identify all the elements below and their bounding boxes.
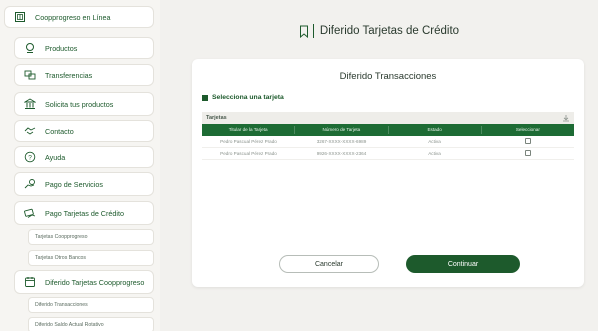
sidebar-item-diferido-tarjetas[interactable]: Diferido Tarjetas Coopprogreso (14, 270, 154, 294)
section-label-text: Selecciona una tarjeta (212, 94, 284, 101)
table-caption-bar: Tarjetas (202, 112, 574, 124)
select-card-label: Selecciona una tarjeta (202, 94, 284, 101)
sidebar-item-solicita-productos[interactable]: Solicita tus productos (14, 92, 154, 116)
service-payment-icon (23, 177, 37, 191)
card-status: Activa (428, 151, 441, 156)
sidebar-item-pago-servicios[interactable]: Pago de Servicios (14, 172, 154, 196)
table-header-row: Titular de la Tarjeta Número de Tarjeta … (202, 124, 574, 136)
sidebar: Coopprogreso en Línea Productos Transfer… (0, 0, 160, 331)
card-calendar-icon (23, 275, 37, 289)
card-status: Activa (428, 139, 441, 144)
table-row[interactable]: Pedro Pascual Pérez Prado 3267-XXXX-XXXX… (202, 136, 574, 148)
bank-icon (23, 97, 37, 111)
bookmark-icon (299, 25, 308, 38)
sidebar-item-label: Solicita tus productos (45, 99, 114, 109)
column-header: Seleccionar (515, 127, 540, 132)
continue-button[interactable]: Continuar (406, 255, 520, 273)
card-payment-icon (23, 206, 37, 220)
page-title: Diferido Tarjetas de Crédito (160, 20, 598, 42)
table-caption: Tarjetas (206, 115, 227, 121)
sidebar-item-label: Ayuda (45, 152, 66, 162)
help-icon: ? (23, 150, 37, 164)
sidebar-subitem-tarjetas-otros-bancos[interactable]: Tarjetas Otros Bancos (28, 250, 154, 266)
sidebar-item-label: Pago Tarjetas de Crédito (45, 208, 124, 218)
sidebar-item-label: Coopprogreso en Línea (35, 12, 111, 22)
title-separator (312, 24, 314, 38)
bank-building-icon (13, 10, 27, 24)
transfer-icon (23, 68, 37, 82)
deferral-card: Diferido Transacciones Selecciona una ta… (192, 59, 584, 287)
column-header: Estado (389, 126, 482, 134)
sidebar-item-label: Transferencias (45, 70, 93, 80)
card-number: 9926-XXXX-XXXX-2364 (316, 151, 367, 156)
sidebar-subitem-diferido-saldo[interactable]: Diferido Saldo Actual Rotativo (28, 317, 154, 331)
cards-table: Tarjetas Titular de la Tarjeta Número de… (202, 112, 574, 160)
card-title: Diferido Transacciones (339, 71, 437, 82)
sidebar-item-contacto[interactable]: Contacto (14, 120, 154, 142)
download-icon[interactable] (562, 114, 570, 122)
sidebar-item-label: Productos (45, 43, 78, 53)
sidebar-item-transferencias[interactable]: Transferencias (14, 64, 154, 86)
sidebar-subitem-diferido-transacciones[interactable]: Diferido Transacciones (28, 297, 154, 313)
sidebar-item-label: Diferido Tarjetas Coopprogreso (45, 277, 145, 287)
sidebar-item-label: Contacto (45, 126, 74, 136)
column-header: Titular de la Tarjeta (202, 126, 296, 134)
table-row[interactable]: Pedro Pascual Pérez Prado 9926-XXXX-XXXX… (202, 148, 574, 160)
coin-icon (23, 41, 37, 55)
sidebar-item-ayuda[interactable]: ? Ayuda (14, 146, 154, 168)
sidebar-item-coopprogreso-online[interactable]: Coopprogreso en Línea (4, 6, 154, 28)
sidebar-subitem-tarjetas-coopprogreso[interactable]: Tarjetas Coopprogreso (28, 229, 154, 245)
sidebar-item-pago-tarjetas[interactable]: Pago Tarjetas de Crédito (14, 201, 154, 225)
section-marker-icon (202, 94, 208, 101)
handshake-icon (23, 124, 37, 138)
card-holder: Pedro Pascual Pérez Prado (220, 139, 277, 144)
svg-text:?: ? (28, 154, 32, 161)
sidebar-item-label: Pago de Servicios (45, 179, 103, 189)
sidebar-subitem-label: Diferido Transacciones (35, 302, 88, 308)
column-header: Número de Tarjeta (295, 126, 389, 134)
select-cell (481, 150, 574, 157)
card-number: 3267-XXXX-XXXX-6989 (316, 139, 367, 144)
sidebar-subitem-label: Tarjetas Otros Bancos (35, 255, 87, 261)
cancel-button[interactable]: Cancelar (279, 255, 379, 273)
page-title-text: Diferido Tarjetas de Crédito (319, 25, 460, 37)
sidebar-subitem-label: Diferido Saldo Actual Rotativo (35, 322, 104, 328)
select-checkbox[interactable] (524, 138, 531, 144)
select-cell (481, 138, 574, 145)
sidebar-item-productos[interactable]: Productos (14, 37, 154, 59)
select-checkbox[interactable] (524, 150, 531, 156)
sidebar-subitem-label: Tarjetas Coopprogreso (35, 234, 88, 240)
card-holder: Pedro Pascual Pérez Prado (220, 151, 277, 156)
